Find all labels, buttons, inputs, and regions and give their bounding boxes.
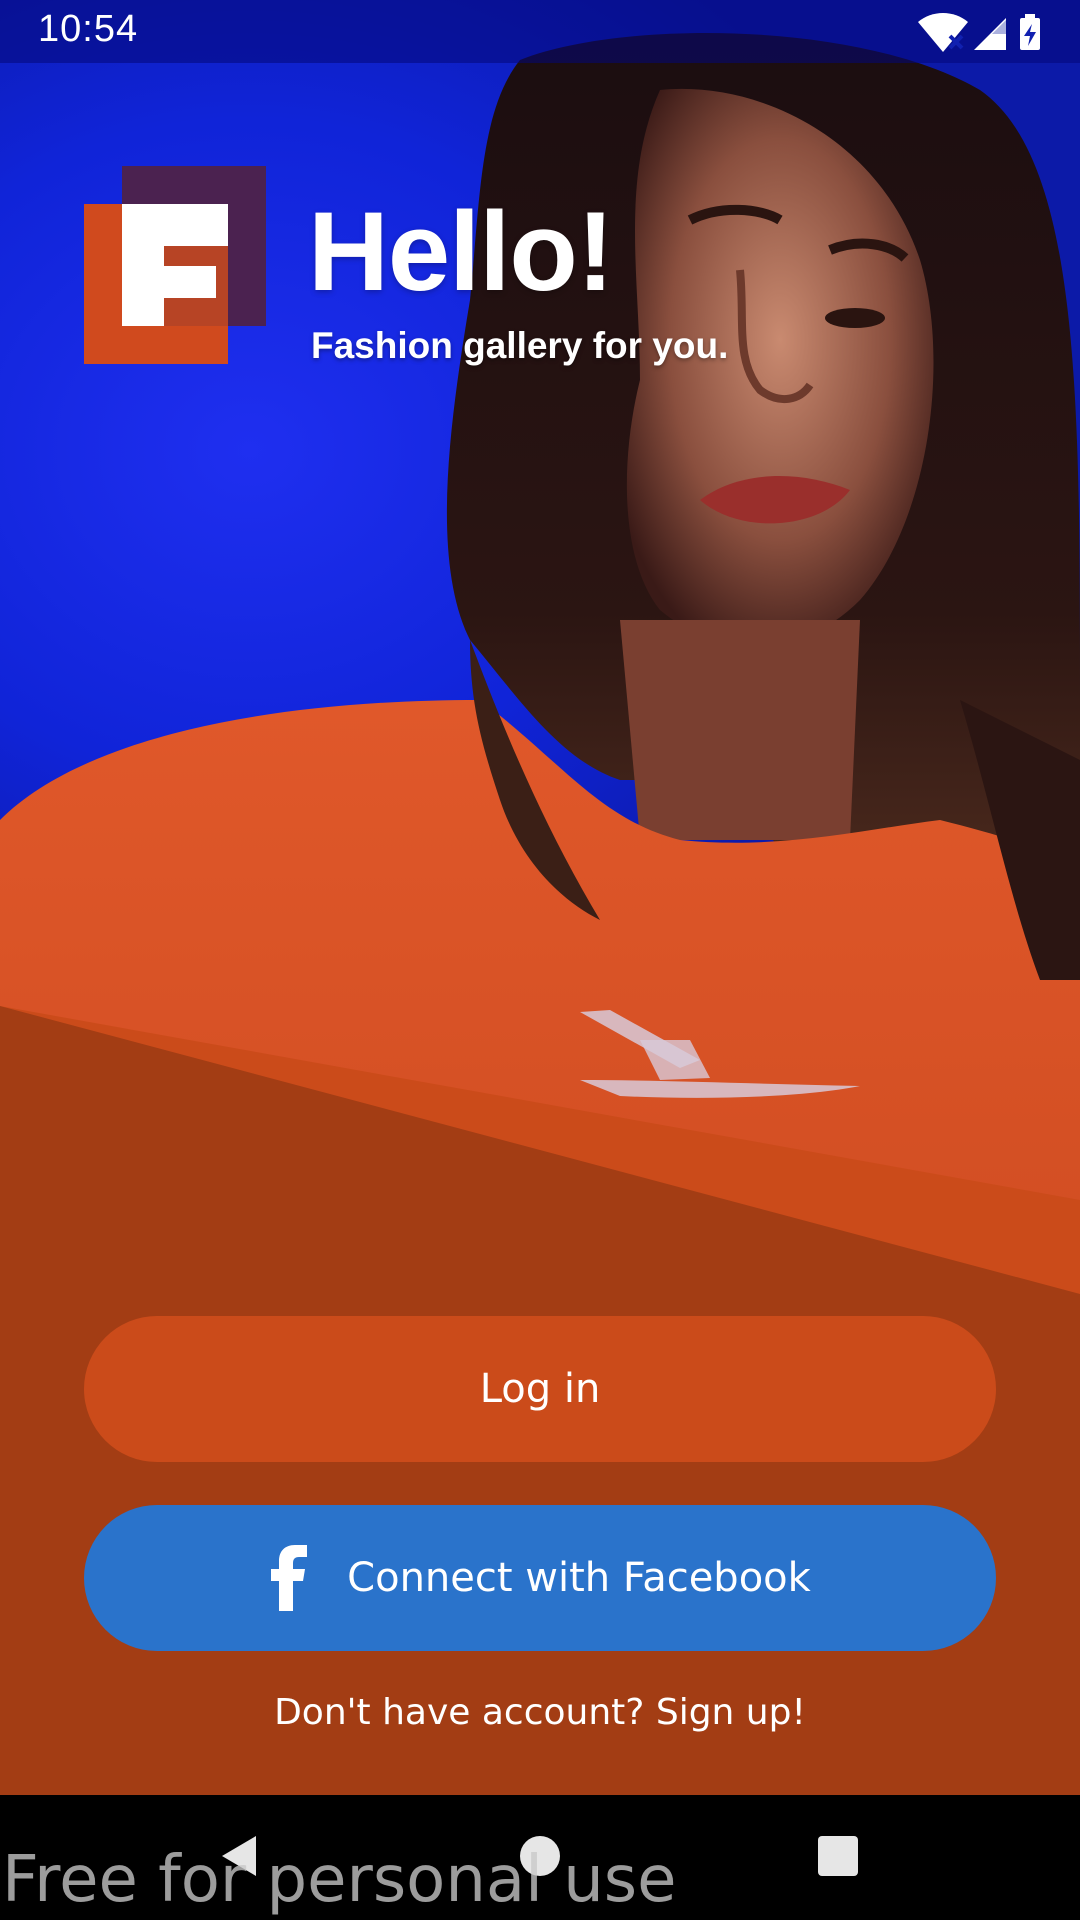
facebook-button-label: Connect with Facebook bbox=[347, 1555, 811, 1601]
login-button[interactable]: Log in bbox=[84, 1316, 996, 1462]
cellular-signal-icon bbox=[974, 18, 1006, 50]
status-time: 10:54 bbox=[38, 8, 139, 50]
status-bar: 10:54 bbox=[0, 0, 1080, 63]
signup-link[interactable]: Don't have account? Sign up! bbox=[0, 1692, 1080, 1733]
battery-charging-icon bbox=[1020, 14, 1040, 50]
facebook-icon bbox=[271, 1545, 308, 1611]
app-logo bbox=[84, 166, 266, 364]
watermark-text: Free for personal use bbox=[2, 1843, 677, 1917]
page-subtitle: Fashion gallery for you. bbox=[311, 325, 729, 366]
facebook-connect-button[interactable]: Connect with Facebook bbox=[84, 1505, 996, 1651]
page-title: Hello! bbox=[308, 189, 614, 314]
recents-icon[interactable] bbox=[814, 1832, 862, 1880]
login-button-label: Log in bbox=[479, 1366, 601, 1412]
wifi-off-icon bbox=[918, 13, 968, 52]
app-screen: 10:54 Hello! Fashion gallery for you. Lo… bbox=[0, 0, 1080, 1920]
status-icons bbox=[918, 13, 1040, 52]
